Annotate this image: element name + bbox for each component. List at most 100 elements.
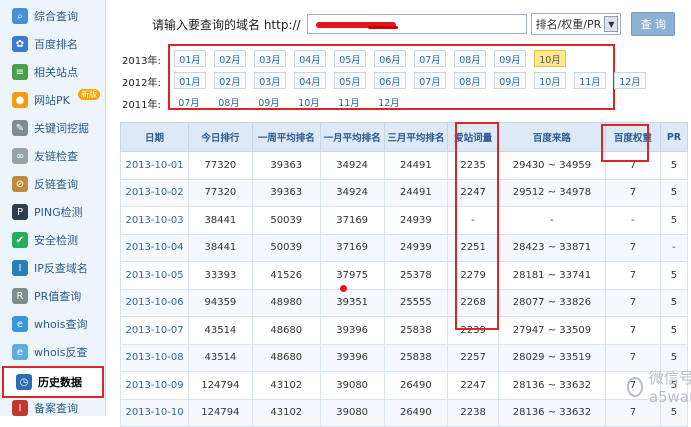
table-cell: -: [604, 206, 661, 235]
table-cell: 5: [659, 178, 689, 207]
date-link[interactable]: 2013-10-01: [119, 151, 190, 180]
date-link[interactable]: 2013-10-03: [119, 206, 190, 235]
table-cell: 39363: [251, 178, 321, 207]
column-header[interactable]: 一月平均排名: [319, 122, 385, 152]
sidebar-item-12[interactable]: e whois反查: [0, 338, 104, 366]
year-label: 2012年:: [122, 78, 161, 89]
table-cell: 77320: [188, 178, 253, 207]
sidebar-item-9[interactable]: I IP反查域名: [0, 254, 104, 282]
column-header[interactable]: 一周平均排名: [251, 122, 321, 152]
month-link[interactable]: 12月: [614, 72, 646, 89]
table-cell: 43102: [251, 398, 321, 427]
table-cell: 29512 ~ 34978: [497, 178, 606, 207]
month-link[interactable]: 09月: [254, 94, 284, 109]
sidebar-item-7[interactable]: P PING检测: [0, 198, 104, 226]
month-link[interactable]: 08月: [454, 72, 486, 89]
highlight-weight-header: [601, 124, 649, 162]
date-link[interactable]: 2013-10-07: [119, 316, 190, 345]
month-link[interactable]: 07月: [414, 50, 446, 67]
query-type-select[interactable]: 排名/权重/PR ▼: [530, 13, 622, 35]
column-header[interactable]: 日期: [119, 122, 190, 152]
month-link[interactable]: 05月: [334, 50, 366, 67]
month-link[interactable]: 02月: [214, 50, 246, 67]
month-link[interactable]: 06月: [374, 50, 406, 67]
column-header[interactable]: PR: [659, 122, 689, 152]
table-cell: 24491: [383, 151, 449, 180]
table-cell: 2247: [447, 371, 499, 400]
month-link[interactable]: 09月: [494, 72, 526, 89]
month-link[interactable]: 08月: [214, 94, 244, 109]
month-link[interactable]: 04月: [294, 50, 326, 67]
date-link[interactable]: 2013-10-04: [119, 233, 190, 262]
sidebar-item-14[interactable]: I 备案查询: [0, 394, 104, 422]
table-cell: 7: [604, 288, 661, 317]
search-button[interactable]: 查 询: [631, 12, 676, 36]
date-link[interactable]: 2013-10-06: [119, 288, 190, 317]
month-link[interactable]: 08月: [454, 50, 486, 67]
column-header[interactable]: 今日排行: [188, 122, 253, 152]
table-row: 2013-10-07 43514 48680 39396 25838 2239 27947 …: [119, 316, 689, 345]
date-link[interactable]: 2013-10-08: [119, 343, 190, 372]
month-link[interactable]: 06月: [374, 72, 406, 89]
column-header[interactable]: 百度来路: [497, 122, 606, 152]
sidebar-item-2[interactable]: ≡ 相关站点: [0, 58, 104, 86]
date-link[interactable]: 2013-10-10: [119, 398, 190, 427]
year-label: 2013年:: [122, 56, 161, 67]
table-cell: 7: [604, 233, 661, 262]
table-cell: 34924: [319, 151, 385, 180]
month-link[interactable]: 10月: [534, 72, 566, 89]
month-link[interactable]: 04月: [294, 72, 326, 89]
sidebar-item-6[interactable]: ⊘ 反链查询: [0, 170, 104, 198]
sidebar-item-11[interactable]: e whois查询: [0, 310, 104, 338]
table-cell: 7: [604, 178, 661, 207]
sidebar-item-10[interactable]: R PR值查询: [0, 282, 104, 310]
month-link[interactable]: 07月: [174, 94, 204, 109]
table-cell: -: [659, 233, 689, 262]
icp-icon: I: [12, 400, 28, 416]
clock-icon: ◷: [16, 374, 32, 390]
chevron-down-icon[interactable]: ▼: [604, 16, 619, 32]
table-cell: 28423 ~ 33871: [497, 233, 606, 262]
month-link[interactable]: 11月: [334, 94, 364, 109]
table-cell: 43514: [188, 343, 253, 372]
table-cell: 5: [659, 316, 689, 345]
month-link[interactable]: 11月: [574, 72, 606, 89]
sidebar-item-1[interactable]: ✿ 百度排名: [0, 30, 104, 58]
sidebar-item-4[interactable]: ✎ 关键词挖掘: [0, 114, 104, 142]
table-cell: 37975: [319, 261, 385, 290]
chain-icon: ⊘: [12, 176, 28, 192]
sidebar-item-3[interactable]: ● 网站PK 新版: [0, 86, 104, 114]
month-link[interactable]: 03月: [254, 72, 286, 89]
sidebar-item-8[interactable]: ✔ 安全检测: [0, 226, 104, 254]
table-cell: 37169: [319, 233, 385, 262]
link-icon: ∞: [12, 148, 28, 164]
column-header[interactable]: 三月平均排名: [383, 122, 449, 152]
table-cell: 50039: [251, 206, 321, 235]
month-link[interactable]: 12月: [374, 94, 404, 109]
month-link[interactable]: 02月: [214, 72, 246, 89]
table-cell: 39396: [319, 316, 385, 345]
month-link[interactable]: 07月: [414, 72, 446, 89]
date-link[interactable]: 2013-10-05: [119, 261, 190, 290]
month-link[interactable]: 10月: [294, 94, 324, 109]
table-cell: 25378: [383, 261, 449, 290]
sidebar-item-5[interactable]: ∞ 友链检查: [0, 142, 104, 170]
globe-search-icon: e: [12, 344, 28, 360]
month-link[interactable]: 03月: [254, 50, 286, 67]
table-cell: 26490: [383, 398, 449, 427]
month-link[interactable]: 01月: [174, 72, 206, 89]
month-link[interactable]: 10月: [534, 50, 566, 67]
month-link[interactable]: 01月: [174, 50, 206, 67]
main-panel: 请输入要查询的域名 http:// 排名/权重/PR ▼ 查 询 2013年: 0…: [112, 0, 691, 427]
month-link[interactable]: 05月: [334, 72, 366, 89]
globe-icon: e: [12, 316, 28, 332]
domain-input[interactable]: [306, 14, 527, 34]
date-link[interactable]: 2013-10-02: [119, 178, 190, 207]
table-cell: 43102: [251, 371, 321, 400]
month-link[interactable]: 09月: [494, 50, 526, 67]
date-link[interactable]: 2013-10-09: [119, 371, 190, 400]
redaction-mark-2: [367, 26, 398, 29]
sidebar-item-0[interactable]: ⌕ 综合查询: [0, 2, 104, 30]
table-cell: 50039: [251, 233, 321, 262]
table-cell: 24491: [383, 178, 449, 207]
